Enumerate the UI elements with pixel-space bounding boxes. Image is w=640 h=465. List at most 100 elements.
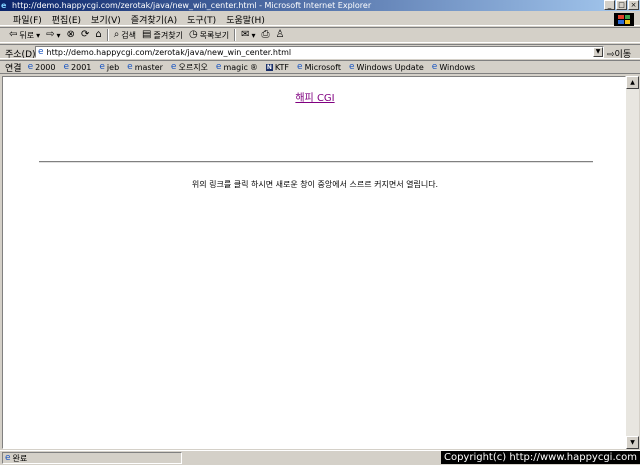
link-item[interactable]: e 2000 xyxy=(28,62,56,72)
page-content: 해피 CGI 위의 링크를 클릭 하시면 새로운 창이 중앙에서 스르르 커지면… xyxy=(2,76,626,449)
chevron-down-icon: ▾ xyxy=(251,30,256,40)
messenger-button[interactable]: ♙ xyxy=(273,30,288,40)
registered-icon: ® xyxy=(249,62,258,72)
link-item[interactable]: e Microsoft xyxy=(297,62,341,72)
search-icon: ⌕ xyxy=(113,29,120,40)
page-icon: e xyxy=(348,62,355,72)
address-bar: 주소(D) e http://demo.happycgi.com/zerotak… xyxy=(0,44,640,60)
link-label: Microsoft xyxy=(304,62,341,72)
link-container: 해피 CGI xyxy=(3,89,627,104)
favorites-label: 즐겨찾기 xyxy=(153,30,183,40)
mail-icon: ✉ xyxy=(241,29,250,40)
menu-edit[interactable]: 편집(E) xyxy=(47,13,86,26)
minimize-button[interactable]: _ xyxy=(604,0,615,10)
favorites-button[interactable]: ▤ 즐겨찾기 xyxy=(139,30,186,41)
maximize-button[interactable]: □ xyxy=(616,0,627,10)
print-button[interactable]: ⎙ xyxy=(259,30,273,40)
menu-file[interactable]: 파일(F) xyxy=(8,13,47,26)
page-icon: e xyxy=(38,47,44,57)
status-bar: e 완료 Copyright(c) http://www.happycgi.co… xyxy=(0,450,640,465)
forward-button[interactable]: ⇨ ▾ xyxy=(43,30,63,40)
search-button[interactable]: ⌕ 검색 xyxy=(111,30,139,41)
back-button[interactable]: ⇦ 뒤로 ▾ xyxy=(6,30,43,41)
link-item[interactable]: e magic ® xyxy=(216,62,258,72)
menu-favorites[interactable]: 즐겨찾기(A) xyxy=(126,13,182,26)
scroll-down-button[interactable]: ▼ xyxy=(626,436,639,449)
stop-button[interactable]: ⊗ xyxy=(64,30,78,40)
happycgi-link[interactable]: 해피 CGI xyxy=(295,93,334,104)
vertical-scrollbar[interactable]: ▲ ▼ xyxy=(626,76,639,449)
link-item[interactable]: e 오르지오 xyxy=(171,62,208,73)
page-icon: e xyxy=(63,62,70,72)
page-icon: e xyxy=(27,62,34,72)
home-button[interactable]: ⌂ xyxy=(92,30,104,40)
toolbar-separator xyxy=(106,29,109,41)
ktf-icon: N xyxy=(265,63,273,71)
page-icon: e xyxy=(99,62,105,72)
search-label: 검색 xyxy=(121,30,137,40)
go-label: 이동 xyxy=(614,50,632,60)
history-icon: ◷ xyxy=(188,29,198,40)
forward-arrow-icon: ⇨ xyxy=(46,29,55,40)
page-icon: e xyxy=(170,62,177,72)
go-button[interactable]: ⇨이동 xyxy=(607,47,631,60)
link-label: 오르지오 xyxy=(178,62,208,72)
history-label: 목록보기 xyxy=(199,30,230,40)
links-bar: 연결 e 2000 e 2001 e jeb e master e 오르지오 e magic… xyxy=(0,60,640,74)
windows-logo-icon xyxy=(614,13,634,26)
mail-button[interactable]: ✉ ▾ xyxy=(238,30,258,40)
back-arrow-icon: ⇦ xyxy=(9,29,18,40)
refresh-button[interactable]: ⟳ xyxy=(78,30,92,40)
link-label: master xyxy=(134,62,163,72)
page-icon: e xyxy=(215,62,222,72)
window-title: http://demo.happycgi.com/zerotak/java/ne… xyxy=(12,1,372,10)
messenger-icon: ♙ xyxy=(275,29,285,40)
link-item[interactable]: e master xyxy=(127,62,163,72)
link-label: 2001 xyxy=(71,62,92,72)
link-item[interactable]: e Windows Update xyxy=(349,62,424,72)
chevron-down-icon: ▾ xyxy=(36,30,41,40)
address-dropdown-button[interactable]: ▼ xyxy=(593,47,603,57)
link-label: jeb xyxy=(106,62,120,72)
go-arrow-icon: ⇨ xyxy=(607,50,615,60)
link-label: Windows xyxy=(439,62,476,72)
horizontal-rule xyxy=(39,161,593,163)
instruction-text: 위의 링크를 클릭 하시면 새로운 창이 중앙에서 스르르 커지면서 열립니다. xyxy=(191,180,439,189)
links-label: 연결 xyxy=(5,63,22,74)
standard-toolbar: ⇦ 뒤로 ▾ ⇨ ▾ ⊗ ⟳ ⌂ ⌕ 검색 ▤ 즐겨찾기 ◷ 목록보기 ✉ ▾ … xyxy=(0,27,640,43)
title-bar: e http://demo.happycgi.com/zerotak/java/… xyxy=(0,0,640,11)
address-input[interactable]: e http://demo.happycgi.com/zerotak/java/… xyxy=(35,46,604,58)
scroll-up-button[interactable]: ▲ xyxy=(626,76,639,89)
link-item[interactable]: e Windows xyxy=(432,62,475,72)
back-label: 뒤로 xyxy=(19,30,35,40)
home-icon: ⌂ xyxy=(95,29,102,40)
copyright-banner: Copyright(c) http://www.happycgi.com xyxy=(440,451,640,464)
page-icon: e xyxy=(127,62,133,72)
toolbar-separator xyxy=(234,29,237,41)
link-label: 2000 xyxy=(35,62,56,72)
menu-view[interactable]: 보기(V) xyxy=(86,13,126,26)
link-label: Windows Update xyxy=(356,62,424,72)
link-label: KTF xyxy=(274,62,290,72)
favorites-icon: ▤ xyxy=(142,29,152,40)
page-icon: e xyxy=(431,62,438,72)
window-controls: _ □ × xyxy=(604,0,639,10)
stop-icon: ⊗ xyxy=(66,29,75,40)
address-label: 주소(D) xyxy=(5,50,36,60)
link-item[interactable]: e jeb xyxy=(99,62,119,72)
history-button[interactable]: ◷ 목록보기 xyxy=(186,30,232,41)
link-item[interactable]: N KTF xyxy=(265,62,290,72)
menu-tools[interactable]: 도구(T) xyxy=(182,13,221,26)
status-panel: e 완료 xyxy=(2,452,182,464)
refresh-icon: ⟳ xyxy=(80,29,90,40)
close-button[interactable]: × xyxy=(628,0,639,10)
page-icon: e xyxy=(5,453,11,463)
link-item[interactable]: e 2001 xyxy=(63,62,91,72)
page-icon: e xyxy=(297,62,303,72)
ie-icon: e xyxy=(1,1,7,10)
print-icon: ⎙ xyxy=(261,29,270,40)
link-label: magic xyxy=(223,62,248,72)
menu-help[interactable]: 도움말(H) xyxy=(221,13,270,26)
menu-bar: 파일(F) 편집(E) 보기(V) 즐겨찾기(A) 도구(T) 도움말(H) xyxy=(0,12,640,26)
chevron-down-icon: ▾ xyxy=(56,30,61,40)
